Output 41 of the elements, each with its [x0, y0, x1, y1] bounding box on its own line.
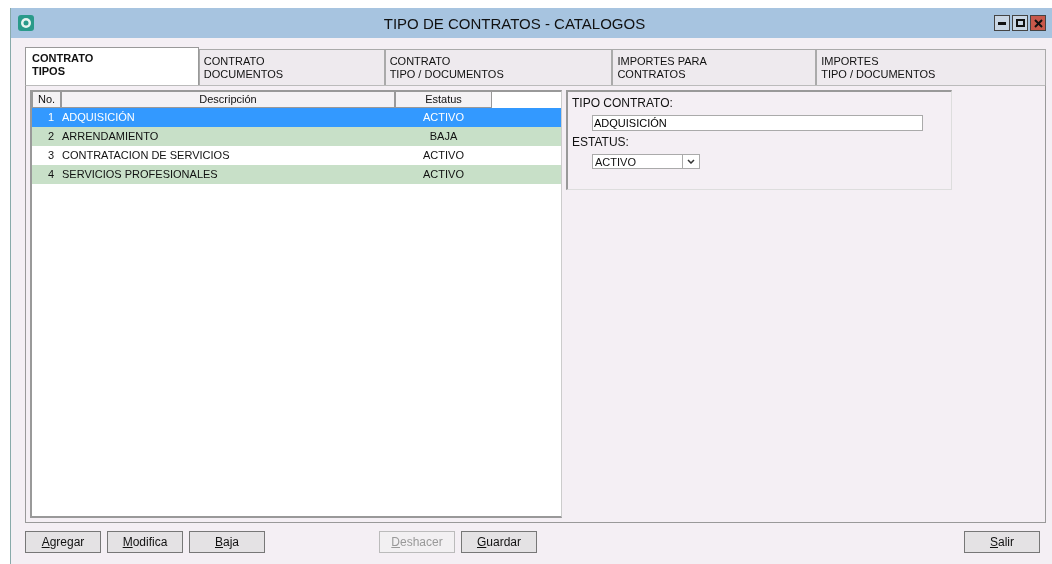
- status-dropdown[interactable]: ACTIVO: [592, 154, 700, 169]
- field-label: ESTATUS:: [572, 135, 630, 151]
- action-button[interactable]: Modifica: [107, 531, 183, 553]
- action-button[interactable]: Agregar: [25, 531, 101, 553]
- table-cell-text: BAJA: [428, 129, 459, 144]
- table-cell-text: 2: [46, 129, 55, 144]
- field-label: TIPO CONTRATO:: [572, 96, 674, 112]
- chevron-down-icon: [687, 159, 695, 164]
- table-cell-text: 3: [46, 148, 55, 163]
- table-cell-text: ACTIVO: [422, 110, 465, 125]
- action-button[interactable]: Guardar: [461, 531, 537, 553]
- window-title: TIPO DE CONTRATOS - CATALOGOS: [382, 14, 647, 32]
- column-header[interactable]: Descripción: [61, 92, 395, 108]
- action-button[interactable]: Baja: [189, 531, 265, 553]
- maximize-button[interactable]: [1012, 15, 1028, 31]
- table-cell-text: ADQUISICIÓN: [61, 110, 136, 125]
- action-button[interactable]: Salir: [964, 531, 1040, 553]
- table-row[interactable]: 2 ARRENDAMIENTO BAJA: [32, 127, 561, 146]
- close-button[interactable]: [1030, 15, 1046, 31]
- table-row[interactable]: 3 CONTRATACION DE SERVICIOS ACTIVO: [32, 146, 561, 165]
- minimize-button[interactable]: [994, 15, 1010, 31]
- column-header[interactable]: No.: [32, 92, 61, 108]
- table-cell-text: ARRENDAMIENTO: [61, 129, 160, 144]
- tab[interactable]: IMPORTES TIPO / DOCUMENTOS: [816, 49, 1046, 85]
- minimize-icon: [998, 21, 1006, 25]
- tab[interactable]: CONTRATO DOCUMENTOS: [198, 49, 385, 85]
- column-header[interactable]: Estatus: [395, 92, 492, 108]
- table-cell-text: 4: [46, 167, 55, 182]
- table-cell-text: ACTIVO: [422, 148, 465, 163]
- close-icon: [1033, 18, 1043, 28]
- tab[interactable]: CONTRATO TIPO / DOCUMENTOS: [384, 49, 613, 85]
- maximize-icon: [1015, 19, 1025, 27]
- input-field[interactable]: ADQUISICIÓN: [592, 115, 923, 131]
- table-cell-text: 1: [46, 110, 55, 125]
- table-cell-text: ACTIVO: [422, 167, 465, 182]
- table-row[interactable]: 4 SERVICIOS PROFESIONALES ACTIVO: [32, 165, 561, 184]
- app-icon: [17, 14, 35, 32]
- tab[interactable]: IMPORTES PARA CONTRATOS: [612, 49, 817, 85]
- tab[interactable]: CONTRATO TIPOS: [25, 47, 199, 85]
- table-cell-text: SERVICIOS PROFESIONALES: [61, 167, 219, 182]
- table-cell-text: CONTRATACION DE SERVICIOS: [61, 148, 231, 163]
